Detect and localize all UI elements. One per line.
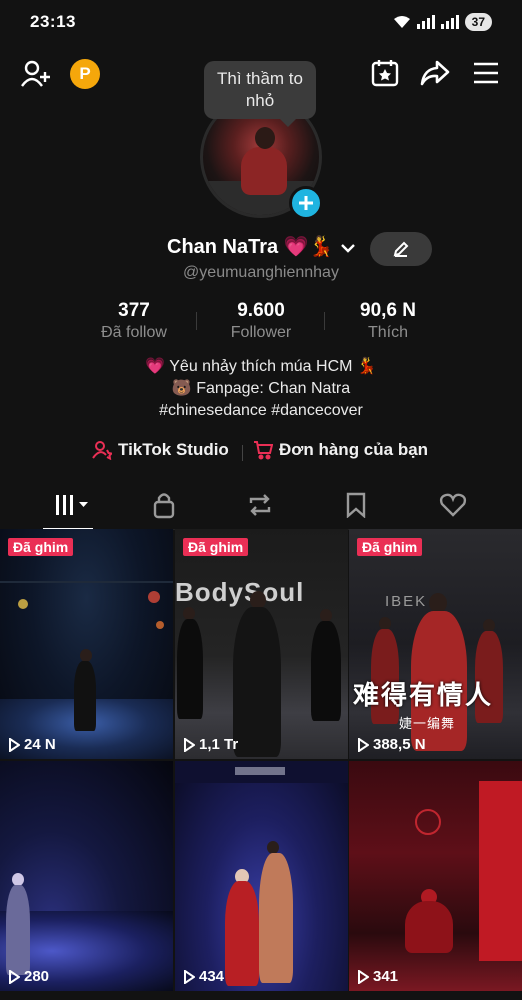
lock-icon xyxy=(153,493,175,519)
view-count: 24 N xyxy=(8,736,56,753)
tiktok-studio-label: TikTok Studio xyxy=(118,440,229,459)
play-icon xyxy=(9,737,20,752)
play-icon xyxy=(184,969,195,984)
wifi-icon xyxy=(393,16,410,28)
view-count: 341 xyxy=(357,968,398,985)
chevron-down-icon[interactable] xyxy=(340,242,356,254)
tab-videos[interactable] xyxy=(50,490,94,520)
status-time: 23:13 xyxy=(30,12,76,31)
cart-icon xyxy=(254,441,273,460)
profile-handle: @yeumuanghiennhay xyxy=(183,264,339,281)
tiktok-studio-link[interactable]: TikTok Studio xyxy=(92,440,229,460)
status-icons: 37 xyxy=(393,13,492,31)
stat-label: Thích xyxy=(367,324,408,341)
name-row: Chan NaTra 💗💃 xyxy=(0,232,522,266)
repost-icon xyxy=(249,494,271,516)
view-count-value: 1,1 Tr xyxy=(199,736,239,753)
tooltip-text: Thì thầm to nhỏ xyxy=(217,69,303,110)
play-icon xyxy=(9,969,20,984)
tooltip-bubble[interactable]: Thì thầm to nhỏ xyxy=(204,61,316,127)
video-thumbnail[interactable]: Đã ghim 24 N xyxy=(0,529,173,759)
bio-line: 🐻 Fanpage: Chan Natra xyxy=(171,380,351,397)
stat-followers[interactable]: 9.600 Follower xyxy=(201,300,321,342)
stat-value: 90,6 N xyxy=(360,300,416,321)
stat-following[interactable]: 377 Đã follow xyxy=(74,300,194,342)
view-count: 434 xyxy=(183,968,224,985)
bio: 💗 Yêu nhảy thích múa HCM 💃 🐻 Fanpage: Ch… xyxy=(0,356,522,422)
orders-link[interactable]: Đơn hàng của bạn xyxy=(253,440,428,460)
battery-icon: 37 xyxy=(464,13,492,31)
video-thumbnail[interactable]: BodySoul Đã ghim 1,1 Tr xyxy=(175,529,348,759)
video-overlay-title: 难得有情人 xyxy=(353,681,494,711)
view-count-value: 434 xyxy=(199,968,225,985)
add-story-button[interactable] xyxy=(289,186,323,220)
status-bar: 23:13 37 xyxy=(0,0,522,46)
view-count: 280 xyxy=(8,968,49,985)
video-grid: Đã ghim 24 N BodySoul Đã ghim 1,1 Tr IBE… xyxy=(0,529,522,1000)
pinned-badge: Đã ghim xyxy=(8,538,74,556)
video-thumbnail[interactable]: 341 xyxy=(349,761,522,991)
play-icon xyxy=(184,737,195,752)
view-count: 1,1 Tr xyxy=(183,736,238,753)
view-count: 388,5 N xyxy=(357,736,426,753)
pinned-badge: Đã ghim xyxy=(183,538,249,556)
video-overlay-text: BodySoul xyxy=(175,577,305,607)
coin-icon[interactable]: P xyxy=(70,59,100,89)
stat-label: Follower xyxy=(230,324,292,341)
view-count-value: 341 xyxy=(373,968,399,985)
video-thumbnail[interactable]: IBEK 难得有情人 婕一编舞 Đã ghim 388,5 N xyxy=(349,529,522,759)
play-icon xyxy=(358,737,369,752)
tab-private[interactable] xyxy=(144,490,184,520)
tab-liked[interactable] xyxy=(433,490,473,520)
calendar-icon[interactable] xyxy=(370,58,400,88)
stat-likes[interactable]: 90,6 N Thích xyxy=(328,300,448,342)
profile-name: Chan NaTra 💗💃 xyxy=(167,236,334,258)
plus-icon xyxy=(299,196,313,210)
tab-reposts[interactable] xyxy=(240,490,280,520)
video-overlay-subtitle: 婕一编舞 xyxy=(399,717,456,732)
pencil-icon xyxy=(393,241,409,257)
bookmark-icon xyxy=(346,492,366,518)
stat-value: 9.600 xyxy=(237,300,285,321)
tab-favorites[interactable] xyxy=(336,490,376,520)
pinned-badge: Đã ghim xyxy=(357,538,423,556)
view-count-value: 388,5 N xyxy=(373,736,426,753)
bio-line: 💗 Yêu nhảy thích múa HCM 💃 xyxy=(145,358,377,375)
add-friend-icon[interactable] xyxy=(20,58,52,90)
edit-profile-button[interactable] xyxy=(370,232,432,266)
heart-icon xyxy=(439,493,467,517)
grid-icon xyxy=(56,495,88,515)
view-count-value: 24 N xyxy=(24,736,56,753)
content-tabs xyxy=(0,482,522,530)
signal-icon-2 xyxy=(440,15,459,29)
view-count-value: 280 xyxy=(24,968,50,985)
stat-label: Đã follow xyxy=(101,324,167,341)
stat-value: 377 xyxy=(118,300,150,321)
share-icon[interactable] xyxy=(420,59,450,87)
person-icon xyxy=(92,441,112,460)
stats-row: 377 Đã follow 9.600 Follower 90,6 N Thíc… xyxy=(0,300,522,344)
video-thumbnail[interactable]: 434 xyxy=(175,761,348,991)
menu-icon[interactable] xyxy=(472,61,500,85)
orders-label: Đơn hàng của bạn xyxy=(279,440,429,459)
bio-line: #chinesedance #dancecover xyxy=(159,402,363,419)
profile-links: TikTok Studio Đơn hàng của bạn xyxy=(0,440,522,466)
signal-icon xyxy=(416,15,435,29)
play-icon xyxy=(358,969,369,984)
video-overlay-top: IBEK xyxy=(385,593,428,610)
video-thumbnail[interactable]: 280 xyxy=(0,761,173,991)
